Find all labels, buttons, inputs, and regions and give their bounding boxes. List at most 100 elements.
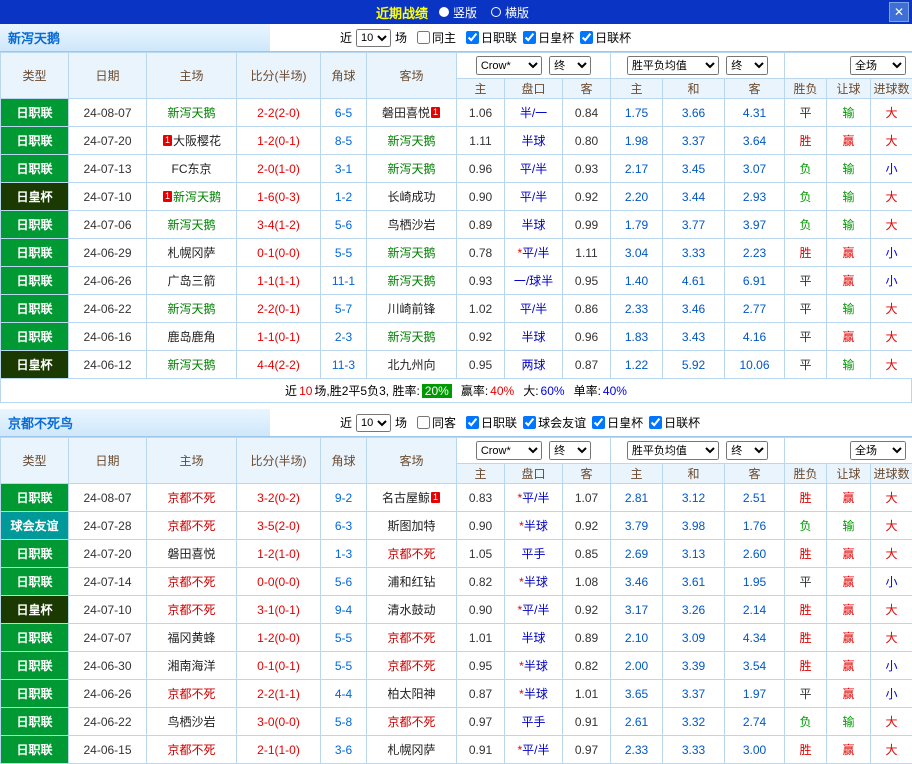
layout-horizontal-radio[interactable]: 横版 [491, 4, 529, 21]
competition-checkbox[interactable] [592, 416, 605, 429]
competition-label: 日联杯 [664, 414, 700, 431]
away-team-cell: 浦和红钻 [367, 568, 457, 596]
competition-filter[interactable]: 日皇杯 [517, 29, 574, 46]
competition-checkbox[interactable] [523, 31, 536, 44]
team-text: 新泻天鹅 [387, 162, 435, 176]
bookmaker-select[interactable]: Crow* [476, 441, 542, 460]
home-team-cell: 京都不死 [147, 680, 237, 708]
handicap-line-cell: 半球 [505, 624, 563, 652]
wdl-result: 胜 [785, 239, 827, 267]
competition-filter[interactable]: 日联杯 [574, 29, 631, 46]
handicap-home-odds: 0.83 [457, 484, 505, 512]
euro-stage-select[interactable]: 终 [726, 56, 768, 75]
competition-filter[interactable]: 日职联 [460, 29, 517, 46]
team-text: 川崎前锋 [387, 302, 435, 316]
date-cell: 24-07-06 [69, 211, 147, 239]
col-handicap-result: 让球 [827, 464, 871, 484]
handicap-line-cell: *半球 [505, 680, 563, 708]
score-cell: 3-0(0-0) [237, 708, 321, 736]
match-count-select[interactable]: 10 [356, 414, 391, 432]
close-button[interactable]: ✕ [889, 2, 909, 22]
match-count-select[interactable]: 10 [356, 29, 391, 47]
away-team-cell: 京都不死 [367, 540, 457, 568]
col-goals: 进球数 [871, 79, 912, 99]
home-team-cell: 京都不死 [147, 736, 237, 764]
euro-away-odds: 4.31 [725, 99, 785, 127]
col-euro-away: 客 [725, 79, 785, 99]
handicap-away-odds: 1.11 [563, 239, 611, 267]
handicap-result: 输 [827, 708, 871, 736]
col-score: 比分(半场) [237, 53, 321, 99]
handicap-away-odds: 0.97 [563, 736, 611, 764]
team-text: 浦和红钻 [387, 575, 435, 589]
euro-odds-select[interactable]: 胜平负均值 [627, 56, 719, 75]
corner-cell: 5-6 [321, 211, 367, 239]
euro-home-odds: 3.17 [611, 596, 663, 624]
team-text: 新泻天鹅 [167, 358, 215, 372]
competition-filter[interactable]: 日联杯 [643, 414, 700, 431]
radio-unselected-icon[interactable] [491, 7, 501, 17]
away-team-cell: 札幌冈萨 [367, 736, 457, 764]
handicap-line-cell: 两球 [505, 351, 563, 379]
score-cell: 3-1(0-1) [237, 596, 321, 624]
competition-checkbox[interactable] [523, 416, 536, 429]
competition-filter[interactable]: 日皇杯 [586, 414, 643, 431]
scope-select[interactable]: 全场 [850, 441, 906, 460]
summary-count: 10 [299, 384, 312, 398]
odds-stage-select[interactable]: 终 [549, 441, 591, 460]
same-venue-checkbox[interactable] [417, 416, 430, 429]
col-home: 主场 [147, 53, 237, 99]
handicap-name: 半球 [521, 330, 545, 344]
away-team-cell: 长崎成功 [367, 183, 457, 211]
team-text: FC东京 [172, 162, 212, 176]
euro-stage-select[interactable]: 终 [726, 441, 768, 460]
col-handicap-away: 客 [563, 464, 611, 484]
layout-vertical-radio[interactable]: 竖版 [439, 4, 477, 21]
col-score: 比分(半场) [237, 438, 321, 484]
competition-filter[interactable]: 日职联 [460, 414, 517, 431]
away-team-cell: 川崎前锋 [367, 295, 457, 323]
col-handicap-result: 让球 [827, 79, 871, 99]
score-cell: 0-1(0-0) [237, 239, 321, 267]
competition-checkbox[interactable] [580, 31, 593, 44]
col-wdl: 胜负 [785, 464, 827, 484]
wdl-result: 胜 [785, 540, 827, 568]
wdl-result: 平 [785, 295, 827, 323]
competition-checkbox[interactable] [466, 31, 479, 44]
odds-stage-select[interactable]: 终 [549, 56, 591, 75]
competition-filter[interactable]: 球会友谊 [517, 414, 586, 431]
same-venue-filter[interactable]: 同客 [411, 414, 456, 431]
team-text: 新泻天鹅 [387, 274, 435, 288]
competition-filters: 日职联日皇杯日联杯 [460, 29, 631, 47]
radio-selected-icon[interactable] [439, 7, 449, 17]
handicap-name: 平/半 [520, 302, 547, 316]
date-cell: 24-06-29 [69, 239, 147, 267]
handicap-line-cell: 平手 [505, 708, 563, 736]
date-cell: 24-07-20 [69, 540, 147, 568]
handicap-line-cell: 半球 [505, 211, 563, 239]
handicap-home-odds: 0.90 [457, 512, 505, 540]
competition-checkbox[interactable] [649, 416, 662, 429]
handicap-home-odds: 1.06 [457, 99, 505, 127]
col-away: 客场 [367, 53, 457, 99]
date-cell: 24-06-15 [69, 736, 147, 764]
wdl-result: 负 [785, 211, 827, 239]
corner-cell: 1-3 [321, 540, 367, 568]
handicap-home-odds: 0.90 [457, 183, 505, 211]
euro-odds-select[interactable]: 胜平负均值 [627, 441, 719, 460]
team-text: 新泻天鹅 [167, 218, 215, 232]
euro-away-odds: 3.07 [725, 155, 785, 183]
competition-cell: 日职联 [1, 568, 69, 596]
big-rate-value: 60% [541, 384, 565, 398]
scope-select[interactable]: 全场 [850, 56, 906, 75]
competition-checkbox[interactable] [466, 416, 479, 429]
home-team-cell: 京都不死 [147, 596, 237, 624]
summary-near: 近 [285, 382, 297, 399]
euro-away-odds: 3.00 [725, 736, 785, 764]
same-venue-checkbox[interactable] [417, 31, 430, 44]
bookmaker-select[interactable]: Crow* [476, 56, 542, 75]
euro-home-odds: 2.33 [611, 295, 663, 323]
handicap-name: 平手 [521, 715, 545, 729]
euro-away-odds: 1.97 [725, 680, 785, 708]
same-venue-filter[interactable]: 同主 [411, 29, 456, 46]
